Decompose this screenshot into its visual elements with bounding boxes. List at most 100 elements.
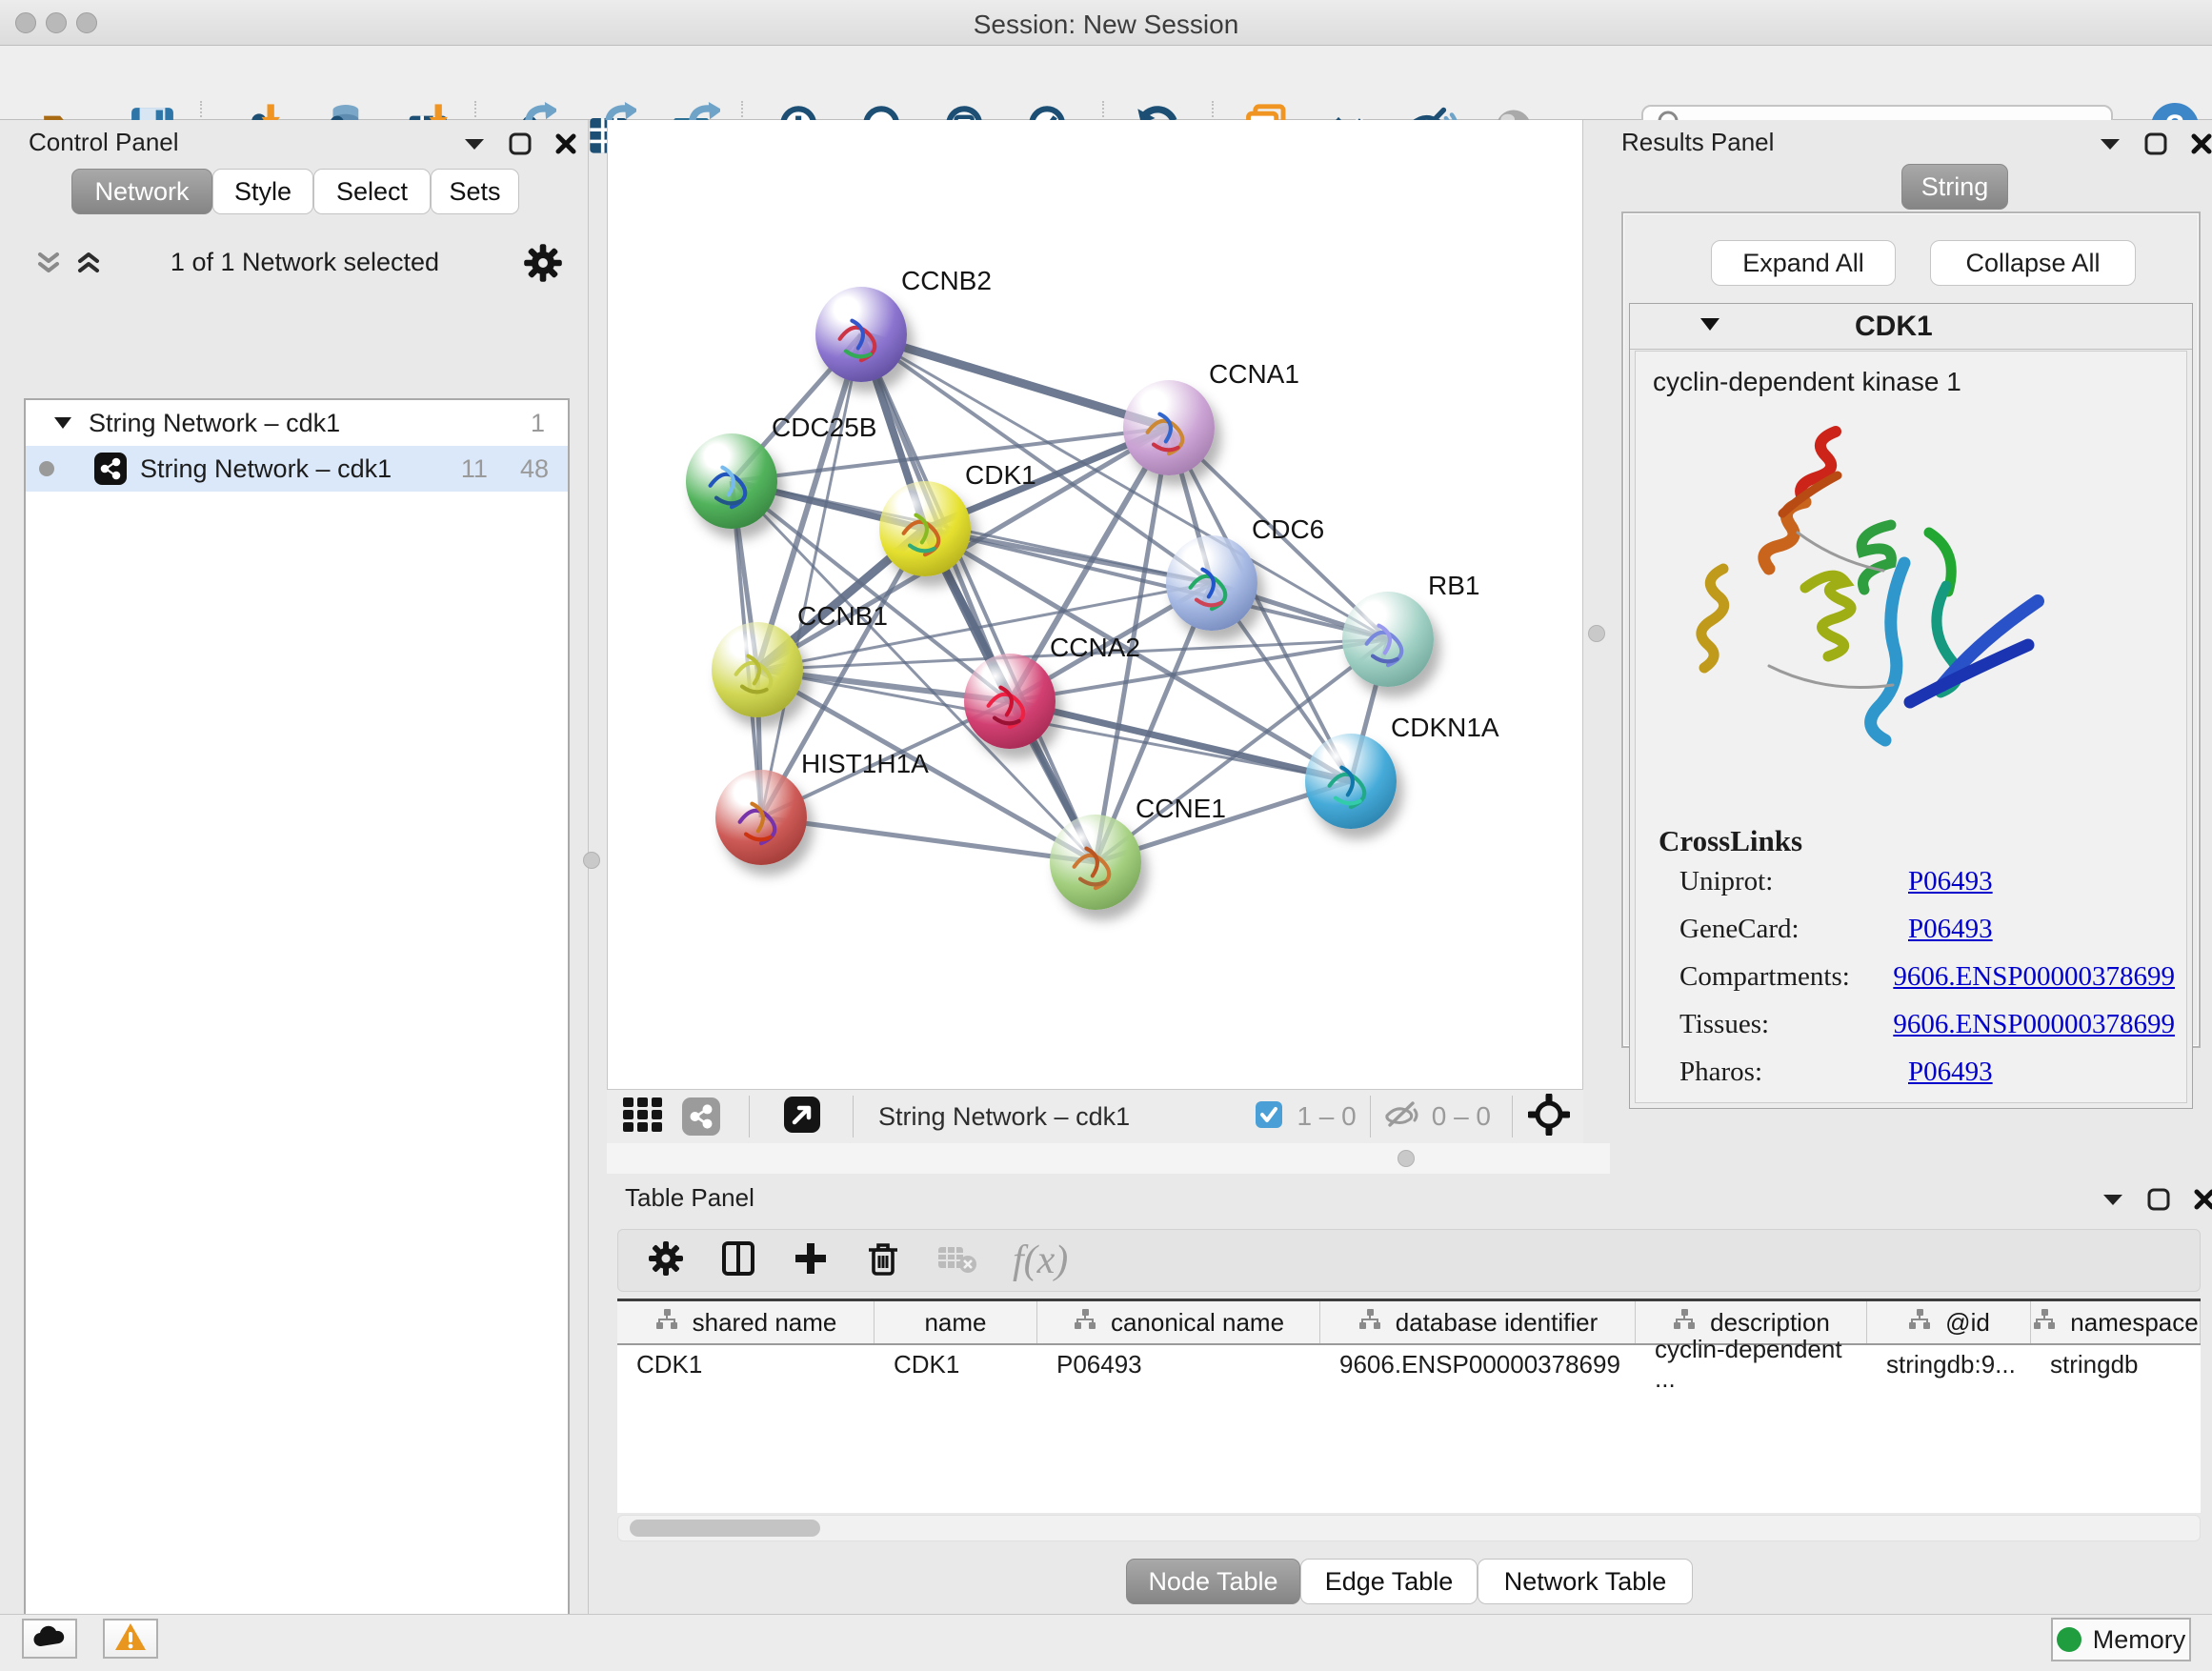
- node-label: CCNE1: [1136, 794, 1226, 824]
- cell[interactable]: stringdb:9...: [1867, 1350, 2031, 1379]
- show-columns-icon[interactable]: [719, 1239, 757, 1282]
- tab-select[interactable]: Select: [313, 169, 431, 214]
- protein-section: CDK1 cyclin-dependent kinase 1: [1629, 303, 2193, 1109]
- edge-layer: [608, 120, 1583, 1089]
- column-label: database identifier: [1396, 1308, 1598, 1338]
- control-panel: Control Panel NetworkStyleSelectSets 1 o…: [0, 120, 589, 1614]
- crosslink-link[interactable]: 9606.ENSP00000378699: [1893, 961, 2175, 993]
- crosslink-link[interactable]: P06493: [1908, 866, 1993, 897]
- open-in-new-window-icon[interactable]: [782, 1095, 822, 1139]
- crosslink-link[interactable]: P06493: [1908, 914, 1993, 945]
- column-header-shared-name[interactable]: shared name: [617, 1301, 875, 1343]
- share-network-icon[interactable]: [682, 1097, 720, 1136]
- crosslinks-heading: CrossLinks: [1659, 824, 1802, 858]
- collapse-all-button[interactable]: Collapse All: [1930, 240, 2136, 286]
- node-CDKN1A[interactable]: [1305, 734, 1397, 829]
- node-CCNA1[interactable]: [1123, 380, 1215, 475]
- node-table: shared namenamecanonical name database id…: [617, 1299, 2201, 1513]
- network-view[interactable]: CCNB2CCNA1CDC25BCDK1CDC6RB1CCNB1CCNA2CDK…: [607, 120, 1583, 1089]
- cell[interactable]: CDK1: [617, 1350, 875, 1379]
- cell[interactable]: CDK1: [875, 1350, 1037, 1379]
- expand-all-icon[interactable]: [72, 247, 105, 284]
- column-type-icon: [2032, 1307, 2057, 1339]
- column-label: description: [1710, 1308, 1830, 1338]
- node-CDK1[interactable]: [879, 481, 971, 576]
- network-status-dot: [39, 461, 54, 476]
- column-header-namespace[interactable]: namespace: [2031, 1301, 2201, 1343]
- node-label: CDK1: [965, 460, 1036, 491]
- selected-checkbox-icon[interactable]: [1255, 1100, 1283, 1134]
- float-panel-icon[interactable]: [2146, 1187, 2171, 1217]
- network-collection-row[interactable]: String Network – cdk1 1: [26, 400, 568, 446]
- protein-structure-image: [1683, 418, 2064, 785]
- node-label: CCNB2: [901, 266, 992, 296]
- panel-menu-icon[interactable]: [2101, 1190, 2125, 1214]
- network-row[interactable]: String Network – cdk1 11 48: [26, 446, 568, 492]
- node-RB1[interactable]: [1342, 592, 1434, 687]
- string-results-box: Expand All Collapse All CDK1 cyclin-depe…: [1621, 211, 2201, 1048]
- table-hscrollbar-thumb[interactable]: [630, 1520, 820, 1537]
- panel-menu-icon[interactable]: [462, 134, 487, 158]
- main-toolbar: ?: [0, 46, 2212, 120]
- column-header-name[interactable]: name: [875, 1301, 1037, 1343]
- cell[interactable]: stringdb: [2031, 1350, 2201, 1379]
- control-panel-title: Control Panel: [29, 128, 179, 157]
- node-CCNE1[interactable]: [1050, 815, 1141, 910]
- network-options-gear-icon[interactable]: [522, 242, 564, 289]
- section-collapse-icon[interactable]: [1699, 315, 1721, 337]
- node-label: HIST1H1A: [801, 749, 929, 779]
- tab-network[interactable]: Network: [71, 169, 212, 214]
- delete-table-icon: [936, 1241, 978, 1280]
- node-count: 11: [461, 454, 488, 484]
- expand-all-button[interactable]: Expand All: [1711, 240, 1896, 286]
- column-header-canonical-name[interactable]: canonical name: [1037, 1301, 1320, 1343]
- tab-node-table[interactable]: Node Table: [1126, 1559, 1300, 1604]
- node-CCNB2[interactable]: [815, 287, 907, 382]
- panel-menu-icon[interactable]: [2098, 134, 2122, 158]
- cell[interactable]: 9606.ENSP00000378699: [1320, 1350, 1636, 1379]
- cell[interactable]: P06493: [1037, 1350, 1320, 1379]
- network-tree: String Network – cdk1 1 String Network –…: [24, 398, 570, 1671]
- column-header--id[interactable]: @id: [1867, 1301, 2031, 1343]
- column-type-icon: [1357, 1307, 1382, 1339]
- float-panel-icon[interactable]: [2143, 131, 2168, 161]
- collection-count: 1: [531, 409, 545, 438]
- close-panel-icon[interactable]: [2192, 1187, 2212, 1217]
- cloud-button[interactable]: [22, 1619, 77, 1659]
- table-row[interactable]: CDK1CDK1P064939606.ENSP00000378699cyclin…: [617, 1345, 2201, 1383]
- close-panel-icon[interactable]: [2189, 131, 2212, 161]
- close-panel-icon[interactable]: [553, 131, 578, 161]
- node-HIST1H1A[interactable]: [715, 770, 807, 865]
- table-options-gear-icon[interactable]: [647, 1239, 685, 1282]
- node-CDC25B[interactable]: [686, 433, 777, 529]
- node-CCNA2[interactable]: [964, 654, 1056, 749]
- column-header-database-identifier[interactable]: database identifier: [1320, 1301, 1636, 1343]
- birdseye-grid-icon[interactable]: [621, 1096, 665, 1138]
- collapse-all-icon[interactable]: [32, 247, 65, 284]
- fit-selected-crosshair-icon[interactable]: [1528, 1094, 1570, 1140]
- cell[interactable]: cyclin-dependent ...: [1636, 1335, 1867, 1394]
- node-CCNB1[interactable]: [712, 622, 803, 717]
- status-bar: Memory: [0, 1614, 2212, 1671]
- memory-label: Memory: [2093, 1625, 2186, 1655]
- memory-button[interactable]: Memory: [2051, 1618, 2191, 1661]
- horizontal-splitter-handle[interactable]: [1398, 1150, 1415, 1167]
- memory-status-dot: [2057, 1627, 2081, 1652]
- warning-button[interactable]: [103, 1619, 158, 1659]
- tab-string[interactable]: String: [1901, 164, 2008, 210]
- table-hscrollbar[interactable]: [617, 1515, 2201, 1541]
- right-splitter-handle[interactable]: [1588, 625, 1605, 642]
- tab-sets[interactable]: Sets: [431, 169, 519, 214]
- node-CDC6[interactable]: [1166, 535, 1257, 631]
- float-panel-icon[interactable]: [508, 131, 533, 161]
- tab-style[interactable]: Style: [212, 169, 313, 214]
- delete-column-trash-icon[interactable]: [864, 1239, 902, 1282]
- left-splitter-handle[interactable]: [583, 852, 600, 869]
- create-column-plus-icon[interactable]: [792, 1239, 830, 1282]
- crosslink-link[interactable]: 9606.ENSP00000378699: [1893, 1009, 2175, 1040]
- crosslink-link[interactable]: P06493: [1908, 1057, 1993, 1088]
- protein-section-header[interactable]: CDK1: [1630, 304, 2192, 350]
- tab-edge-table[interactable]: Edge Table: [1300, 1559, 1478, 1604]
- tree-expand-icon[interactable]: [52, 409, 73, 438]
- tab-network-table[interactable]: Network Table: [1478, 1559, 1693, 1604]
